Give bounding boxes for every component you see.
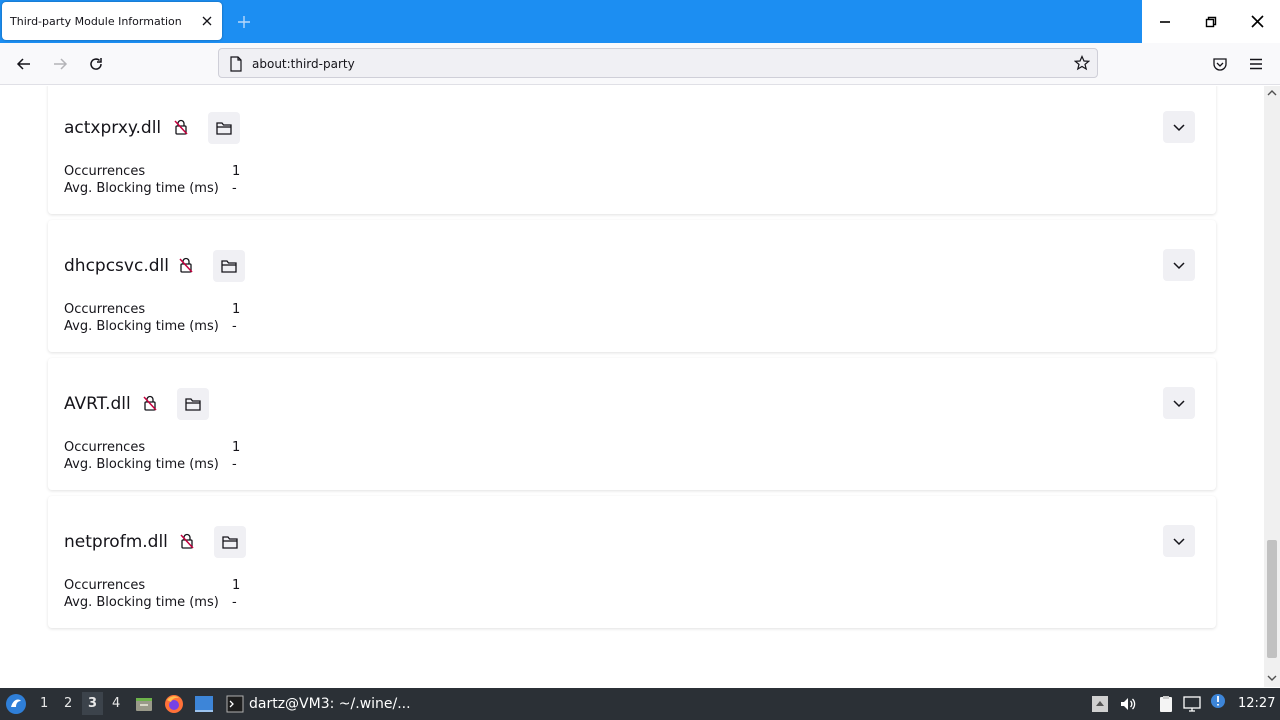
blocking-time-value: - — [232, 595, 237, 610]
folder-icon — [216, 122, 232, 135]
blocking-time-value: - — [232, 181, 237, 196]
unsigned-lock-icon — [143, 395, 157, 411]
close-window-icon — [1250, 15, 1264, 28]
bookmark-star-icon[interactable] — [1074, 55, 1090, 71]
scrollbar-thumb[interactable] — [1267, 540, 1277, 658]
blocking-time-label: Avg. Blocking time (ms) — [64, 457, 219, 472]
module-name: AVRT.dll — [64, 394, 131, 414]
restore-button[interactable] — [1188, 0, 1234, 43]
terminal-task-button[interactable]: dartz@VM3: ~/.wine/... — [222, 691, 422, 717]
minimize-button[interactable] — [1142, 0, 1188, 43]
file-manager-icon[interactable] — [135, 695, 153, 713]
expand-button[interactable] — [1163, 249, 1195, 281]
display-icon[interactable] — [1183, 695, 1201, 713]
scroll-up-arrow-icon[interactable] — [1267, 88, 1277, 98]
workspace-4[interactable]: 4 — [112, 696, 120, 711]
module-card: dhcpcsvc.dll Occurrences 1 Avg. Blocking… — [48, 220, 1216, 352]
occurrences-value: 1 — [232, 302, 241, 317]
open-folder-button[interactable] — [208, 112, 240, 144]
scroll-down-arrow-icon[interactable] — [1267, 673, 1277, 683]
occurrences-label: Occurrences — [64, 164, 146, 179]
module-name: netprofm.dll — [64, 532, 168, 552]
blocking-time-label: Avg. Blocking time (ms) — [64, 595, 219, 610]
workspace-3[interactable]: 3 — [82, 692, 104, 715]
blocking-time-value: - — [232, 319, 237, 334]
open-folder-button[interactable] — [214, 526, 246, 558]
minimize-icon — [1160, 20, 1170, 23]
desktop-icon[interactable] — [194, 695, 214, 713]
navigation-toolbar: about:third-party — [0, 43, 1280, 85]
folder-icon — [185, 398, 201, 411]
forward-arrow-icon — [54, 58, 68, 70]
folder-icon — [221, 260, 237, 273]
unsigned-lock-icon — [179, 257, 193, 273]
tab-strip: Third-party Module Information — [0, 0, 1280, 43]
vertical-scrollbar[interactable] — [1264, 86, 1280, 687]
chevron-down-icon — [1173, 262, 1185, 270]
occurrences-label: Occurrences — [64, 302, 146, 317]
url-text: about:third-party — [252, 57, 355, 71]
terminal-icon — [226, 695, 244, 713]
tab-title: Third-party Module Information — [10, 15, 182, 28]
start-menu-icon[interactable] — [5, 693, 27, 715]
system-taskbar: 1 2 3 4 dartz@VM3: ~/.wine/... 12:27 — [0, 688, 1280, 720]
open-folder-button[interactable] — [177, 388, 209, 420]
clock: 12:27 — [1238, 696, 1276, 711]
open-folder-button[interactable] — [213, 250, 245, 282]
notification-icon[interactable] — [1209, 692, 1227, 710]
clipboard-icon[interactable] — [1157, 695, 1175, 713]
unsigned-lock-icon — [180, 533, 194, 549]
page-icon — [230, 56, 242, 72]
chevron-down-icon — [1173, 400, 1185, 408]
chevron-down-icon — [1173, 538, 1185, 546]
address-bar[interactable]: about:third-party — [218, 48, 1098, 78]
new-tab-icon[interactable] — [236, 14, 252, 30]
module-card: netprofm.dll Occurrences 1 Avg. Blocking… — [48, 496, 1216, 628]
restore-icon — [1205, 16, 1217, 27]
unsigned-lock-icon — [174, 119, 188, 135]
close-tab-icon[interactable] — [201, 15, 213, 27]
forward-button[interactable] — [50, 54, 70, 74]
firefox-icon[interactable] — [164, 694, 184, 714]
module-card: AVRT.dll Occurrences 1 Avg. Blocking tim… — [48, 358, 1216, 490]
back-arrow-icon — [16, 58, 30, 70]
hamburger-menu-icon — [1250, 58, 1262, 70]
close-window-button[interactable] — [1234, 0, 1280, 43]
pocket-icon — [1213, 58, 1227, 71]
expand-button[interactable] — [1163, 111, 1195, 143]
occurrences-label: Occurrences — [64, 578, 146, 593]
volume-icon[interactable] — [1119, 695, 1137, 713]
folder-icon — [222, 536, 238, 549]
blocking-time-value: - — [232, 457, 237, 472]
module-card: actxprxy.dll Occurrences 1 Avg. Blocking… — [48, 86, 1216, 214]
tray-up-arrow-icon[interactable] — [1091, 695, 1109, 713]
pocket-button[interactable] — [1210, 54, 1230, 74]
workspace-1[interactable]: 1 — [40, 696, 48, 711]
expand-button[interactable] — [1163, 525, 1195, 557]
terminal-task-label: dartz@VM3: ~/.wine/... — [249, 696, 411, 712]
occurrences-value: 1 — [232, 440, 241, 455]
workspace-2[interactable]: 2 — [64, 696, 72, 711]
window-controls — [1142, 0, 1280, 43]
module-name: dhcpcsvc.dll — [64, 256, 169, 276]
occurrences-label: Occurrences — [64, 440, 146, 455]
reload-icon — [90, 58, 102, 70]
occurrences-value: 1 — [232, 578, 241, 593]
blocking-time-label: Avg. Blocking time (ms) — [64, 181, 219, 196]
back-button[interactable] — [14, 54, 34, 74]
app-menu-button[interactable] — [1246, 54, 1266, 74]
module-name: actxprxy.dll — [64, 118, 162, 138]
page-content: actxprxy.dll Occurrences 1 Avg. Blocking… — [0, 86, 1264, 687]
chevron-down-icon — [1173, 124, 1185, 132]
reload-button[interactable] — [86, 54, 106, 74]
occurrences-value: 1 — [232, 164, 241, 179]
blocking-time-label: Avg. Blocking time (ms) — [64, 319, 219, 334]
expand-button[interactable] — [1163, 387, 1195, 419]
tab-third-party[interactable]: Third-party Module Information — [2, 2, 222, 40]
